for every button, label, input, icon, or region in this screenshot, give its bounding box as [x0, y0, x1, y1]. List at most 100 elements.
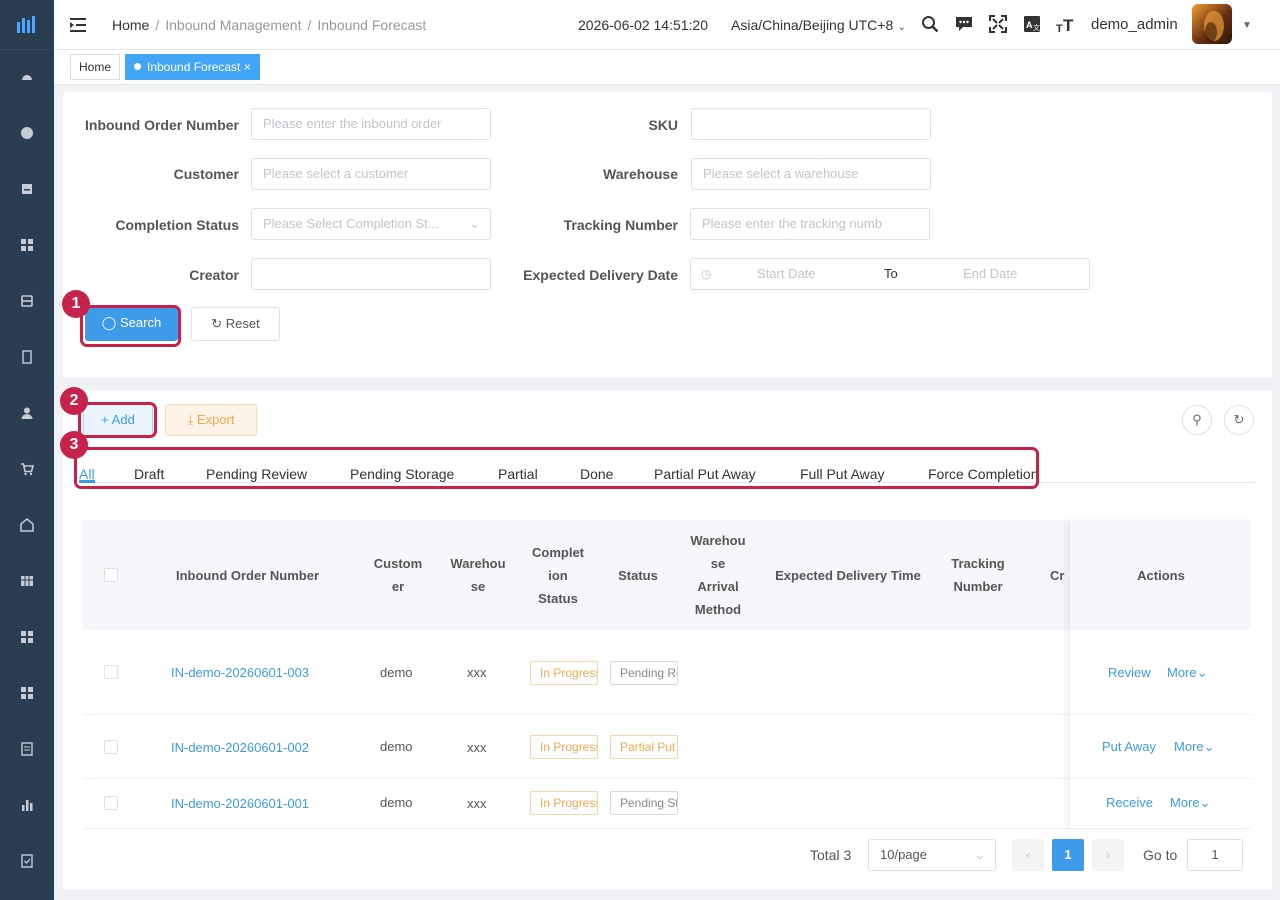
- creator-input[interactable]: [251, 258, 491, 290]
- font-size-icon[interactable]: TT: [1056, 14, 1076, 34]
- sidebar-item-warehouse[interactable]: [0, 510, 54, 540]
- timezone-select[interactable]: Asia/China/Beijing UTC+8 ⌄: [731, 17, 906, 33]
- tag-label: Inbound Forecast: [147, 60, 241, 74]
- checklist-icon: [21, 854, 33, 868]
- select-all-checkbox[interactable]: [104, 568, 118, 582]
- sidebar-item-users[interactable]: [0, 398, 54, 428]
- row-checkbox[interactable]: [104, 665, 118, 679]
- sidebar-item-modules[interactable]: [0, 622, 54, 652]
- label-sku: SKU: [648, 117, 678, 133]
- sidebar-item-analytics[interactable]: [0, 790, 54, 820]
- timezone-value: Asia/China/Beijing UTC+8: [731, 17, 894, 33]
- warehouse-cell: xxx: [467, 796, 487, 811]
- chevron-down-icon: ⌄: [1199, 795, 1211, 810]
- goto-page-input[interactable]: 1: [1187, 839, 1243, 871]
- expected-delivery-date-range[interactable]: ◷ Start Date To End Date: [690, 258, 1090, 290]
- globe-icon: [21, 127, 33, 139]
- toggle-search-icon[interactable]: ⚲: [1182, 405, 1212, 435]
- top-bar: Home / Inbound Management / Inbound Forecast…: [54, 0, 1280, 50]
- export-button[interactable]: ⤓ Export: [165, 404, 257, 436]
- sidebar-item-table[interactable]: [0, 566, 54, 596]
- refresh-icon: ↻: [211, 316, 223, 331]
- callout-highlight-search: [80, 305, 181, 347]
- sidebar-item-orders[interactable]: [0, 174, 54, 204]
- tag-inbound-forecast[interactable]: Inbound Forecast ×: [125, 54, 260, 80]
- next-page-button[interactable]: ›: [1092, 839, 1124, 871]
- callout-badge-2: 2: [60, 387, 88, 415]
- put-away-button[interactable]: Put Away: [1102, 739, 1156, 754]
- avatar[interactable]: [1192, 4, 1232, 44]
- sidebar-item-dashboard[interactable]: [0, 62, 54, 92]
- fullscreen-icon[interactable]: [988, 14, 1008, 34]
- page-number-1[interactable]: 1: [1052, 839, 1084, 871]
- order-number-link[interactable]: IN-demo-20260601-002: [171, 740, 309, 755]
- tag-home[interactable]: Home: [70, 54, 121, 80]
- completion-status-select[interactable]: Please Select Completion St... ⌄: [251, 208, 491, 240]
- sidebar-item-components[interactable]: [0, 678, 54, 708]
- message-icon[interactable]: [954, 14, 974, 34]
- col-completion-status: Complet ion Status: [532, 545, 584, 606]
- pagination-total: Total 3: [810, 847, 852, 863]
- order-number-link[interactable]: IN-demo-20260601-001: [171, 796, 309, 811]
- sidebar-item-reports[interactable]: [0, 734, 54, 764]
- label-inbound-order-number: Inbound Order Number: [85, 117, 239, 133]
- sidebar-item-documents[interactable]: [0, 342, 54, 372]
- order-number-link[interactable]: IN-demo-20260601-003: [171, 665, 309, 680]
- logo[interactable]: [0, 0, 54, 50]
- customer-select[interactable]: Please select a customer: [251, 158, 491, 190]
- clock-icon: ◷: [701, 267, 712, 281]
- status-badge: Partial Put Away: [610, 735, 678, 759]
- col-inbound-order-number: Inbound Order Number: [176, 568, 319, 583]
- svg-text:文: 文: [1033, 23, 1040, 32]
- receive-button[interactable]: Receive: [1106, 795, 1153, 810]
- translate-icon[interactable]: A文: [1022, 14, 1042, 34]
- search-icon[interactable]: [920, 14, 940, 34]
- label-customer: Customer: [173, 166, 239, 182]
- sidebar-item-tasks[interactable]: [0, 846, 54, 876]
- refresh-table-icon[interactable]: ↻: [1224, 405, 1254, 435]
- completion-status-badge: In Progress: [530, 791, 598, 815]
- page-size-select[interactable]: 10/page ⌄: [868, 839, 996, 871]
- bar-chart-icon: [22, 800, 33, 811]
- svg-text:A: A: [1026, 20, 1033, 30]
- sidebar-item-apps[interactable]: [0, 230, 54, 260]
- chevron-down-icon: ⌄: [897, 21, 907, 33]
- inbound-order-number-input[interactable]: Please enter the inbound order: [251, 108, 491, 140]
- chevron-down-icon: ⌄: [1196, 665, 1208, 680]
- sidebar: [0, 0, 54, 900]
- reset-button-label: Reset: [225, 316, 260, 331]
- label-expected-delivery-date: Expected Delivery Date: [523, 267, 678, 283]
- more-dropdown[interactable]: More⌄: [1167, 665, 1208, 681]
- goto-label: Go to: [1143, 847, 1178, 863]
- grid-icon: [21, 631, 33, 643]
- username[interactable]: demo_admin: [1091, 16, 1178, 33]
- sidebar-item-global[interactable]: [0, 118, 54, 148]
- user-icon: [21, 407, 33, 419]
- col-actions: Actions: [1137, 568, 1185, 583]
- start-date-input[interactable]: Start Date: [757, 259, 816, 289]
- download-icon: ⤓: [187, 412, 194, 427]
- end-date-input[interactable]: End Date: [963, 259, 1017, 289]
- sidebar-item-storage[interactable]: [0, 286, 54, 316]
- menu-fold-icon[interactable]: [68, 15, 88, 35]
- user-menu-caret-icon[interactable]: ▼: [1242, 20, 1252, 31]
- row-checkbox[interactable]: [104, 740, 118, 754]
- svg-text:T: T: [1056, 23, 1063, 33]
- more-dropdown[interactable]: More⌄: [1174, 739, 1215, 755]
- report-icon: [21, 742, 33, 756]
- sku-input[interactable]: [691, 108, 931, 140]
- sidebar-item-cart[interactable]: [0, 454, 54, 484]
- row-checkbox[interactable]: [104, 796, 118, 810]
- cart-icon: [21, 463, 34, 476]
- breadcrumb-inbound-management[interactable]: Inbound Management: [165, 17, 301, 33]
- table-icon: [21, 576, 33, 586]
- warehouse-select[interactable]: Please select a warehouse: [691, 158, 931, 190]
- review-button[interactable]: Review: [1108, 665, 1151, 680]
- warehouse-icon: [20, 518, 34, 532]
- more-dropdown[interactable]: More⌄: [1170, 795, 1211, 811]
- reset-button[interactable]: ↻ Reset: [191, 307, 280, 341]
- close-icon[interactable]: ×: [244, 60, 251, 74]
- tracking-number-input[interactable]: Please enter the tracking numb: [690, 208, 930, 240]
- breadcrumb-home[interactable]: Home: [112, 17, 149, 33]
- prev-page-button[interactable]: ‹: [1012, 839, 1044, 871]
